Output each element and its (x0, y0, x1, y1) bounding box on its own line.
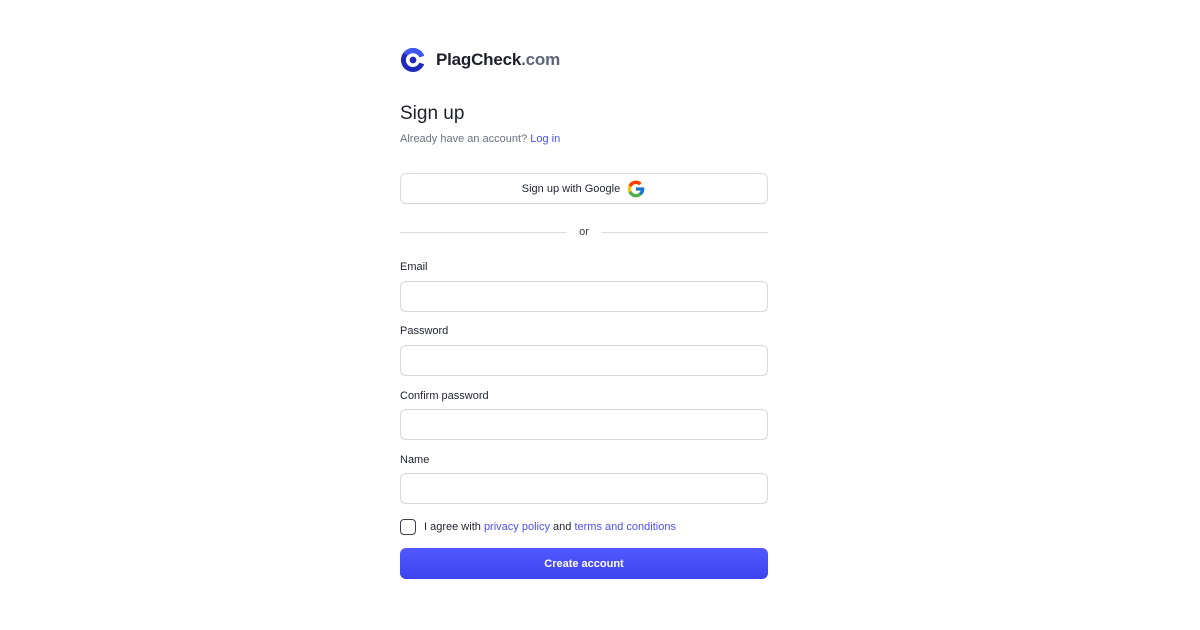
confirm-password-label: Confirm password (400, 390, 489, 402)
divider-line-left (400, 231, 568, 233)
divider-line-right (600, 231, 768, 233)
google-signup-button[interactable]: Sign up with Google (400, 173, 768, 204)
or-divider: or (400, 224, 768, 240)
plagcheck-logo-icon (400, 47, 425, 72)
page-title: Sign up (400, 103, 465, 124)
terms-checkbox[interactable] (400, 518, 416, 535)
brand-name-tld: .com (521, 50, 561, 69)
terms-conjunction: and (553, 520, 572, 533)
login-link[interactable]: Log in (530, 133, 560, 145)
password-field[interactable] (400, 345, 768, 376)
brand-name: PlagCheck.com (436, 50, 560, 70)
google-signup-label: Sign up with Google (521, 182, 621, 195)
terms-conditions-link[interactable]: terms and conditions (574, 521, 676, 533)
terms-text: I agree with privacy policy and terms an… (424, 521, 676, 533)
divider-text: or (579, 226, 589, 238)
confirm-password-field[interactable] (400, 409, 768, 440)
email-field[interactable] (400, 281, 768, 312)
login-prompt-text: Already have an account? (400, 133, 528, 145)
password-label: Password (400, 325, 449, 337)
login-prompt: Already have an account? Log in (400, 133, 560, 145)
brand-name-main: PlagCheck (436, 50, 522, 69)
brand[interactable]: PlagCheck.com (400, 44, 560, 76)
google-g-icon (627, 180, 645, 197)
email-label: Email (400, 261, 428, 273)
privacy-policy-link[interactable]: privacy policy (484, 521, 550, 533)
create-account-button[interactable]: Create account (400, 548, 768, 579)
name-field[interactable] (400, 473, 768, 504)
terms-row: I agree with privacy policy and terms an… (400, 518, 676, 535)
name-label: Name (400, 454, 430, 466)
terms-prefix: I agree with (424, 520, 481, 533)
